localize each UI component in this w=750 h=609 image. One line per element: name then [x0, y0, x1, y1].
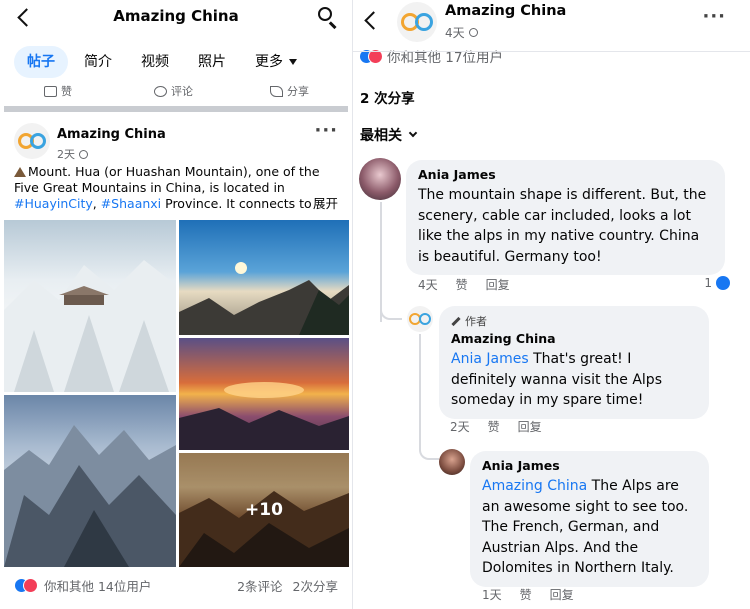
- reply-bubble: Ania James Amazing China The Alps are an…: [470, 451, 709, 587]
- reply-like-button[interactable]: 赞: [520, 586, 532, 603]
- post-text-suffix: Province. It connects to...: [161, 196, 324, 211]
- shares-count[interactable]: 2次分享: [293, 576, 338, 595]
- photo-rocky-peaks[interactable]: [4, 395, 176, 567]
- reply-time: 2天: [450, 420, 470, 434]
- comment-actions: 4天 赞 回复: [418, 276, 510, 293]
- comment-like-count[interactable]: 1: [704, 276, 730, 290]
- comment-label: 评论: [171, 85, 193, 98]
- reply-author-name[interactable]: Amazing China: [451, 331, 697, 346]
- comment-action[interactable]: 评论: [154, 83, 193, 99]
- thread-connector: [419, 440, 439, 460]
- caret-down-icon: [289, 59, 297, 65]
- comment-time: 4天: [418, 278, 438, 292]
- author-badge-label: 作者: [465, 315, 487, 328]
- reply-text: Amazing China The Alps are an awesome si…: [482, 476, 697, 579]
- comment-bubble: Ania James The mountain shape is differe…: [406, 160, 725, 275]
- page-title: Amazing China: [113, 7, 239, 25]
- commenter-avatar[interactable]: [439, 449, 465, 475]
- share-action[interactable]: 分享: [270, 83, 309, 99]
- more-photos-count: +10: [245, 500, 283, 520]
- reply-text: Ania James That's great! I definitely wa…: [451, 349, 697, 411]
- left-panel: Amazing China 帖子 简介 视频 照片 更多 赞 评论 分享 Ama…: [0, 0, 352, 609]
- post-time-text: 2天: [57, 148, 75, 161]
- share-icon: [270, 85, 283, 97]
- page-tabs: 帖子 简介 视频 照片 更多: [14, 45, 313, 79]
- previous-post-actions: 赞 评论 分享: [0, 80, 352, 106]
- reply-author-avatar[interactable]: [407, 306, 433, 332]
- tab-videos[interactable]: 视频: [128, 46, 182, 78]
- comment-sort-dropdown[interactable]: 最相关: [360, 125, 418, 145]
- like-label: 赞: [61, 85, 72, 98]
- reply-actions: 2天 赞 回复: [450, 418, 542, 435]
- post-timestamp: 2天: [57, 146, 88, 162]
- right-panel: Amazing China 4天 ··· 你和其他 17位用户 2 次分享 最相…: [352, 0, 750, 609]
- post-text-sep: ,: [92, 196, 101, 211]
- engagement-counts: 2条评论 2次分享: [237, 576, 338, 595]
- comment-text: The mountain shape is different. But, th…: [418, 187, 707, 265]
- post-author[interactable]: Amazing China: [445, 3, 566, 19]
- like-action[interactable]: 赞: [44, 83, 72, 99]
- commenter-avatar[interactable]: [359, 158, 401, 200]
- love-reaction-icon: [23, 578, 38, 593]
- author-badge: 作者: [451, 313, 697, 329]
- reply-bubble: 作者 Amazing China Ania James That's great…: [439, 306, 709, 419]
- photo-sunrise-peaks[interactable]: [179, 220, 349, 335]
- more-options-icon[interactable]: ···: [314, 120, 338, 141]
- header-divider: [353, 51, 750, 52]
- mention-link[interactable]: Ania James: [451, 351, 529, 367]
- post-text: Mount. Hua (or Huashan Mountain), one of…: [14, 164, 344, 212]
- pencil-icon: [451, 316, 461, 326]
- chevron-down-icon: [408, 128, 418, 138]
- like-reaction-icon: [716, 276, 730, 290]
- thumbs-up-icon: [44, 85, 57, 97]
- comments-count[interactable]: 2条评论: [237, 576, 282, 595]
- post-reactions[interactable]: 你和其他 14位用户: [14, 576, 151, 595]
- comment-reply-button[interactable]: 回复: [486, 276, 510, 293]
- mention-link[interactable]: Amazing China: [482, 478, 587, 494]
- photo-snowy-trees[interactable]: [4, 220, 176, 392]
- post-timestamp: 4天: [445, 24, 478, 41]
- mountain-icon: [14, 167, 26, 177]
- tab-photos[interactable]: 照片: [185, 46, 239, 78]
- thread-connector: [380, 300, 402, 320]
- share-label: 分享: [287, 85, 309, 98]
- hashtag-huayincity[interactable]: #HuayinCity: [14, 196, 93, 211]
- reply-time: 1天: [482, 588, 502, 602]
- tab-posts[interactable]: 帖子: [14, 46, 68, 78]
- commenter-name[interactable]: Ania James: [418, 167, 713, 182]
- reply-like-button[interactable]: 赞: [488, 418, 500, 435]
- shares-count[interactable]: 2 次分享: [360, 87, 415, 107]
- search-icon[interactable]: [318, 7, 338, 29]
- globe-icon: [79, 149, 88, 159]
- thread-line: [419, 334, 421, 450]
- post-author[interactable]: Amazing China: [57, 127, 166, 142]
- comment-like-button[interactable]: 赞: [456, 276, 468, 293]
- reply-author-name[interactable]: Ania James: [482, 458, 697, 473]
- reactions-text: 你和其他 14位用户: [44, 579, 152, 594]
- reply-reply-button[interactable]: 回复: [550, 586, 574, 603]
- hashtag-shaanxi[interactable]: #Shaanxi: [101, 196, 161, 211]
- tab-about[interactable]: 简介: [71, 46, 125, 78]
- photo-more-gallery[interactable]: +10: [179, 453, 349, 567]
- photo-sunset-clouds[interactable]: [179, 338, 349, 450]
- top-bar: Amazing China: [0, 0, 352, 34]
- post-reactions[interactable]: 你和其他 17位用户: [359, 46, 503, 66]
- page-avatar[interactable]: [14, 123, 50, 159]
- post-time-text: 4天: [445, 26, 465, 40]
- comment-icon: [154, 85, 167, 97]
- post-text-prefix: Mount. Hua (or Huashan Mountain), one of…: [14, 164, 320, 195]
- sort-label: 最相关: [360, 128, 402, 144]
- tab-more-label: 更多: [255, 54, 283, 70]
- globe-icon: [468, 28, 478, 37]
- section-divider: [4, 106, 348, 112]
- like-count-number: 1: [704, 276, 712, 290]
- tab-more[interactable]: 更多: [242, 46, 310, 78]
- more-options-icon[interactable]: ···: [702, 6, 726, 27]
- see-more-link[interactable]: 展开: [310, 196, 338, 212]
- back-arrow-icon[interactable]: [364, 11, 383, 30]
- reply-reply-button[interactable]: 回复: [518, 418, 542, 435]
- reactions-text: 你和其他 17位用户: [387, 50, 503, 66]
- page-avatar[interactable]: [397, 2, 437, 42]
- reply-actions: 1天 赞 回复: [482, 586, 574, 603]
